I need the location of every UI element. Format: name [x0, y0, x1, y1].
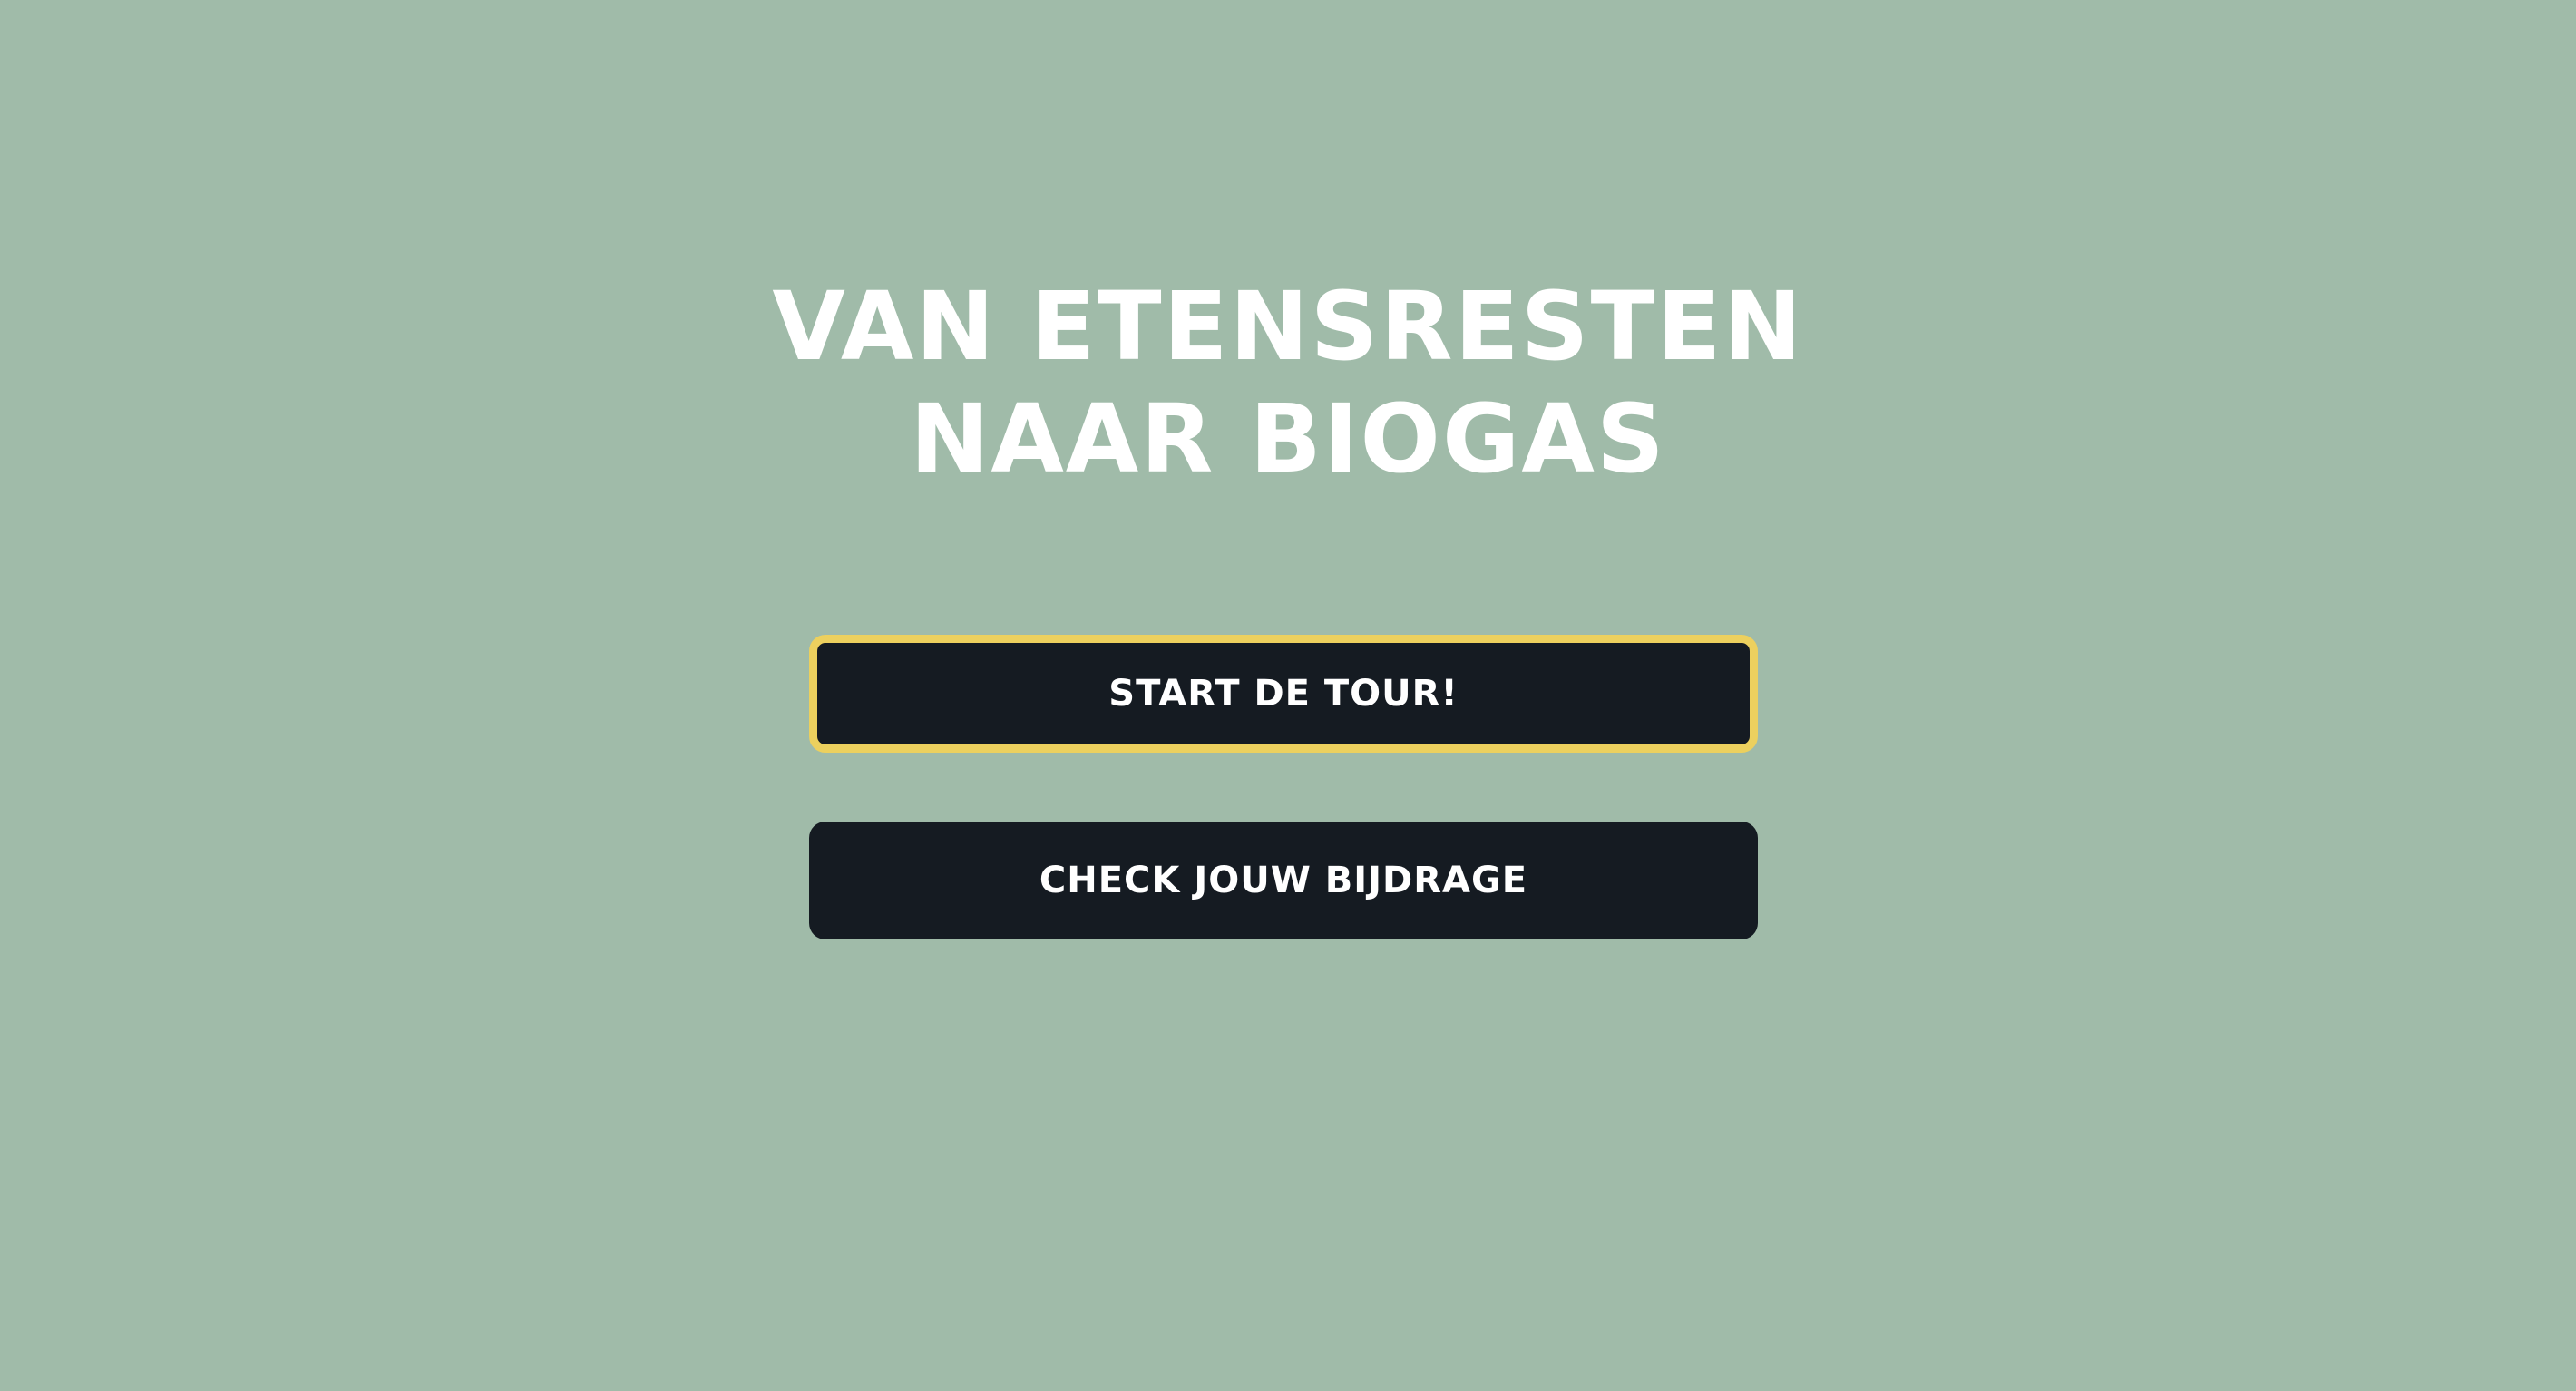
start-tour-button[interactable]: START DE TOUR!	[809, 635, 1758, 753]
check-contribution-button-label: CHECK JOUW BIJDRAGE	[1039, 860, 1528, 901]
check-contribution-button[interactable]: CHECK JOUW BIJDRAGE	[809, 822, 1758, 939]
start-tour-button-label: START DE TOUR!	[1108, 673, 1459, 715]
title-line-1: VAN ETENSRESTEN	[772, 271, 1804, 382]
title-line-2: NAAR BIOGAS	[910, 384, 1666, 494]
page-title: VAN ETENSRESTEN NAAR BIOGAS	[562, 270, 2014, 495]
